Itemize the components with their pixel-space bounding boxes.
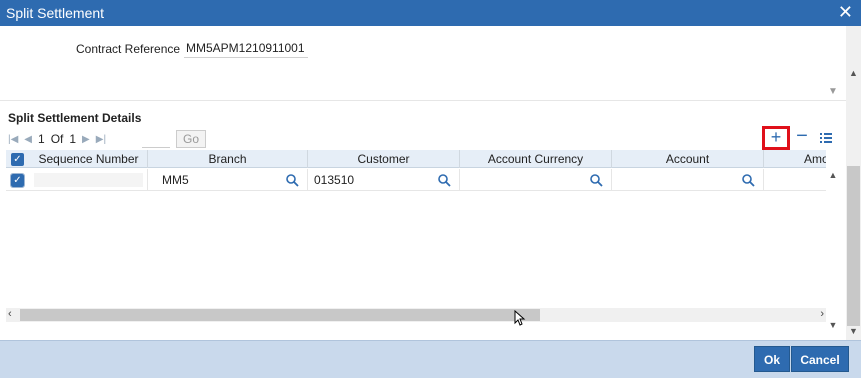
column-header: Customer [308,150,460,168]
last-page-icon[interactable]: ▶| [96,134,106,145]
next-page-icon[interactable]: ▶ [82,134,90,145]
grid-vertical-scrollbar[interactable]: ▲ ▼ [827,150,839,336]
pagination: |◀ ◀ 1 Of 1 ▶ ▶| Go [8,130,207,148]
dialog-title: Split Settlement [6,5,105,21]
dialog-scroll-thumb[interactable] [847,166,860,326]
column-header: Account Currency [460,150,612,168]
horizontal-scroll-thumb[interactable] [20,309,540,321]
upper-scroll-down-icon[interactable]: ▼ [827,86,839,100]
search-icon[interactable] [589,173,603,187]
select-all-checkbox[interactable]: ✓ [11,153,24,166]
settlement-grid: ✓ Sequence Number Branch Customer Accoun… [6,150,826,306]
column-header: Sequence Number [30,150,148,168]
sequence-number-value [34,173,143,187]
contract-reference-field[interactable]: MM5APM1210911001 [184,38,308,58]
total-pages: 1 [69,132,77,146]
previous-page-icon[interactable]: ◀ [24,134,32,145]
account-currency-cell[interactable] [460,169,612,191]
scroll-right-icon[interactable]: › [820,308,824,320]
dialog-scroll-up-icon[interactable]: ▲ [849,68,858,78]
current-page: 1 [38,132,45,146]
search-icon[interactable] [285,173,299,187]
add-row-button[interactable]: + [762,126,790,150]
branch-value: MM5 [162,173,189,187]
mouse-cursor-icon [514,310,526,326]
page-of-label: Of [50,132,64,146]
dialog-vertical-scrollbar[interactable]: ▲ ▼ [846,26,861,340]
go-button[interactable]: Go [176,130,207,148]
column-header: Branch [148,150,308,168]
scroll-up-icon[interactable]: ▲ [827,170,839,180]
first-page-icon[interactable]: |◀ [8,134,18,145]
table-row: ✓ MM5 013510 [6,169,826,191]
branch-cell[interactable]: MM5 [148,169,308,191]
column-header: Amo [804,152,826,166]
row-checkbox[interactable]: ✓ [10,173,25,188]
dialog-titlebar: Split Settlement ✕ [0,0,861,26]
sequence-number-cell[interactable] [30,169,148,191]
section-title: Split Settlement Details [8,111,142,125]
scroll-left-icon[interactable]: ‹ [8,308,12,320]
search-icon[interactable] [741,173,755,187]
page-number-input[interactable] [142,130,171,148]
column-header: Account [612,150,764,168]
dialog-content: Contract Reference MM5APM1210911001 ▼ Sp… [0,26,846,340]
contract-reference-label: Contract Reference [76,42,181,56]
grid-toolbar: + − [762,126,838,150]
dialog-footer: Ok Cancel [0,340,861,378]
amount-cell[interactable] [764,169,826,191]
delete-row-button[interactable]: − [790,126,814,149]
close-icon[interactable]: ✕ [838,2,853,22]
cancel-button[interactable]: Cancel [791,346,849,372]
grid-header: ✓ Sequence Number Branch Customer Accoun… [6,150,826,168]
account-cell[interactable] [612,169,764,191]
customer-value: 013510 [314,173,355,187]
section-divider [0,100,846,101]
dialog-scroll-down-icon[interactable]: ▼ [849,326,858,336]
customer-cell[interactable]: 013510 [308,169,460,191]
ok-button[interactable]: Ok [754,346,790,372]
grid-horizontal-scrollbar[interactable]: ‹ › [6,308,826,322]
scroll-down-icon[interactable]: ▼ [827,320,839,330]
search-icon[interactable] [437,173,451,187]
single-view-icon[interactable] [814,127,838,149]
